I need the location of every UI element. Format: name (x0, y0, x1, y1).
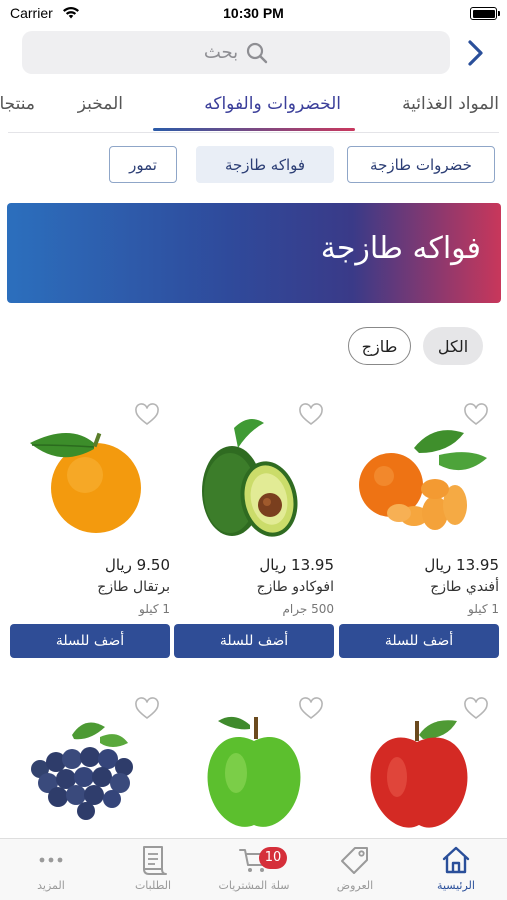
nav-more[interactable]: المزيد (6, 843, 96, 892)
nav-label: سلة المشتريات (218, 879, 290, 892)
status-bar: Carrier 10:30 PM (0, 0, 507, 28)
red-apple-image (370, 720, 468, 828)
add-to-cart-button[interactable]: أضف للسلة (10, 624, 170, 658)
filter-all[interactable]: الكل (423, 327, 483, 365)
product-price: 9.50 ريال (104, 556, 170, 574)
tab-vegetables-fruits[interactable]: الخضروات والفواكه (204, 94, 341, 114)
add-to-cart-button[interactable]: أضف للسلة (339, 624, 499, 658)
blueberries-image (31, 722, 133, 820)
nav-offers[interactable]: العروض (310, 843, 400, 892)
more-icon (39, 857, 63, 863)
active-tab-indicator (153, 128, 355, 131)
product-name: برتقال طازج (97, 579, 170, 595)
tab-food[interactable]: المواد الغذائية (402, 94, 499, 114)
nav-label: المزيد (37, 879, 65, 892)
avocado-image (202, 419, 298, 537)
home-icon (442, 846, 470, 874)
nav-label: العروض (336, 879, 374, 892)
add-to-cart-button[interactable]: أضف للسلة (174, 624, 334, 658)
product-card[interactable] (174, 697, 334, 837)
nav-label: الطلبات (134, 879, 172, 892)
bottom-nav: الرئيسية العروض 10 سلة المشتريات الطلبات (0, 838, 507, 900)
product-price: 13.95 ريال (259, 556, 334, 574)
tab-bakery[interactable]: المخبز (78, 94, 123, 114)
nav-cart[interactable]: 10 سلة المشتريات (209, 843, 299, 892)
product-name: أفندي طازج (430, 579, 499, 595)
filter-fresh[interactable]: طازج (348, 327, 411, 365)
tag-icon (341, 847, 368, 874)
product-price: 13.95 ريال (424, 556, 499, 574)
chip-fresh-fruits[interactable]: فواكه طازجة (196, 146, 334, 183)
chip-dates[interactable]: تمور (109, 146, 177, 183)
search-placeholder: بحث (203, 42, 239, 63)
nav-orders[interactable]: الطلبات (108, 843, 198, 892)
search-input[interactable]: بحث (22, 31, 450, 74)
chevron-right-icon[interactable] (465, 38, 487, 68)
chip-fresh-vegetables[interactable]: خضروات طازجة (347, 146, 495, 183)
orders-icon (143, 846, 167, 875)
orange-image (30, 432, 141, 533)
product-name: افوكادو طازج (256, 579, 334, 595)
tab-products[interactable]: منتجات (0, 94, 35, 114)
clock: 10:30 PM (223, 5, 284, 21)
category-tabs: المواد الغذائية الخضروات والفواكه المخبز… (0, 86, 507, 132)
banner-title: فواكه طازجة (320, 231, 481, 266)
nav-home[interactable]: الرئيسية (411, 843, 501, 892)
cart-count-badge: 10 (259, 847, 287, 869)
product-weight: 1 كيلو (139, 602, 170, 616)
search-icon (247, 42, 268, 63)
tangerine-image (359, 430, 487, 530)
product-card[interactable] (10, 697, 170, 837)
green-apple-image (207, 716, 301, 827)
nav-label: الرئيسية (437, 879, 475, 892)
battery-icon (470, 7, 500, 20)
category-banner: فواكه طازجة (7, 203, 501, 303)
product-weight: 500 جرام (282, 602, 334, 616)
product-weight: 1 كيلو (468, 602, 499, 616)
divider (8, 132, 499, 133)
product-card[interactable] (339, 697, 499, 837)
